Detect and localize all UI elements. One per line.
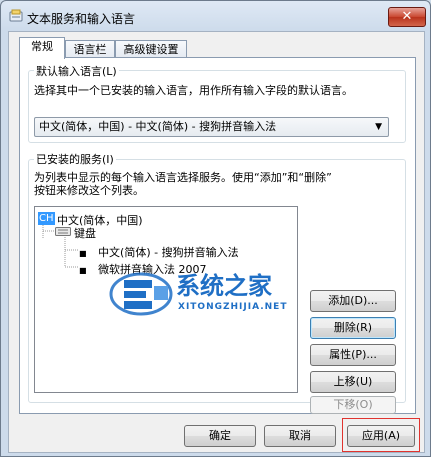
close-icon: ✕ [401,9,413,24]
keyboard-icon [55,227,71,236]
watermark-brand: 系统之家 [176,272,272,300]
move-down-button-label: 下移(O) [333,398,373,411]
chevron-down-icon: ▼ [375,122,382,132]
tab-language-bar-label: 语言栏 [73,43,107,56]
default-language-select-value: 中文(简体，中国) - 中文(简体) - 搜狗拼音输入法 [39,120,277,133]
bullet-icon: ■ [79,266,87,275]
ok-button[interactable]: 确定 [184,425,256,447]
bullet-icon: ■ [79,249,87,258]
watermark-url: XITONGZHIJIA.NET [178,302,288,312]
tab-advanced-key-settings-label: 高级键设置 [123,43,179,56]
move-up-button[interactable]: 上移(U) [310,371,396,393]
watermark-logo-icon [109,272,173,316]
tree-item[interactable]: ■ 中文(简体) - 搜狗拼音输入法 [79,244,239,260]
tree-keyboard-label: 键盘 [74,227,96,240]
cancel-button-label: 取消 [289,429,311,442]
tab-general[interactable]: 常规 [19,37,65,59]
tab-panel-general: 默认输入语言(L) 选择其中一个已安装的输入语言，用作所有输入字段的默认语言。 … [19,57,416,414]
installed-services-description-line2: 按钮来修改这个列表。 [34,184,144,197]
tree-item-label: 中文(简体) - 搜狗拼音输入法 [98,246,239,259]
watermark: 系统之家 XITONGZHIJIA.NET [108,262,338,322]
tab-general-label: 常规 [31,40,53,53]
close-button[interactable]: ✕ [388,7,426,27]
default-language-group-label: 默认输入语言(L) [34,63,119,79]
properties-button[interactable]: 属性(P)... [310,344,396,366]
remove-button-label: 删除(R) [333,321,373,334]
default-language-select[interactable]: 中文(简体，中国) - 中文(简体) - 搜狗拼音输入法 ▼ [34,117,389,137]
cancel-button[interactable]: 取消 [264,425,336,447]
move-up-button-label: 上移(U) [333,375,373,388]
properties-button-label: 属性(P)... [329,348,377,361]
dialog-client: 常规 语言栏 高级键设置 默认输入语言(L) 选择其中一个已安装的输入语言，用作… [8,31,425,453]
apply-highlight-outline [342,418,420,452]
ok-button-label: 确定 [209,429,231,442]
language-badge: CH [38,212,55,225]
dialog-window: 文本服务和输入语言 ✕ 常规 语言栏 高级键设置 默认输入语言(L) 选择其中一… [0,0,431,457]
installed-services-group-label: 已安装的服务(I) [34,151,116,167]
move-down-button[interactable]: 下移(O) [310,396,396,414]
window-title: 文本服务和输入语言 [27,12,136,26]
text-services-icon [9,9,23,22]
title-bar[interactable]: 文本服务和输入语言 ✕ [1,1,430,31]
default-language-description: 选择其中一个已安装的输入语言，用作所有输入字段的默认语言。 [34,84,353,97]
